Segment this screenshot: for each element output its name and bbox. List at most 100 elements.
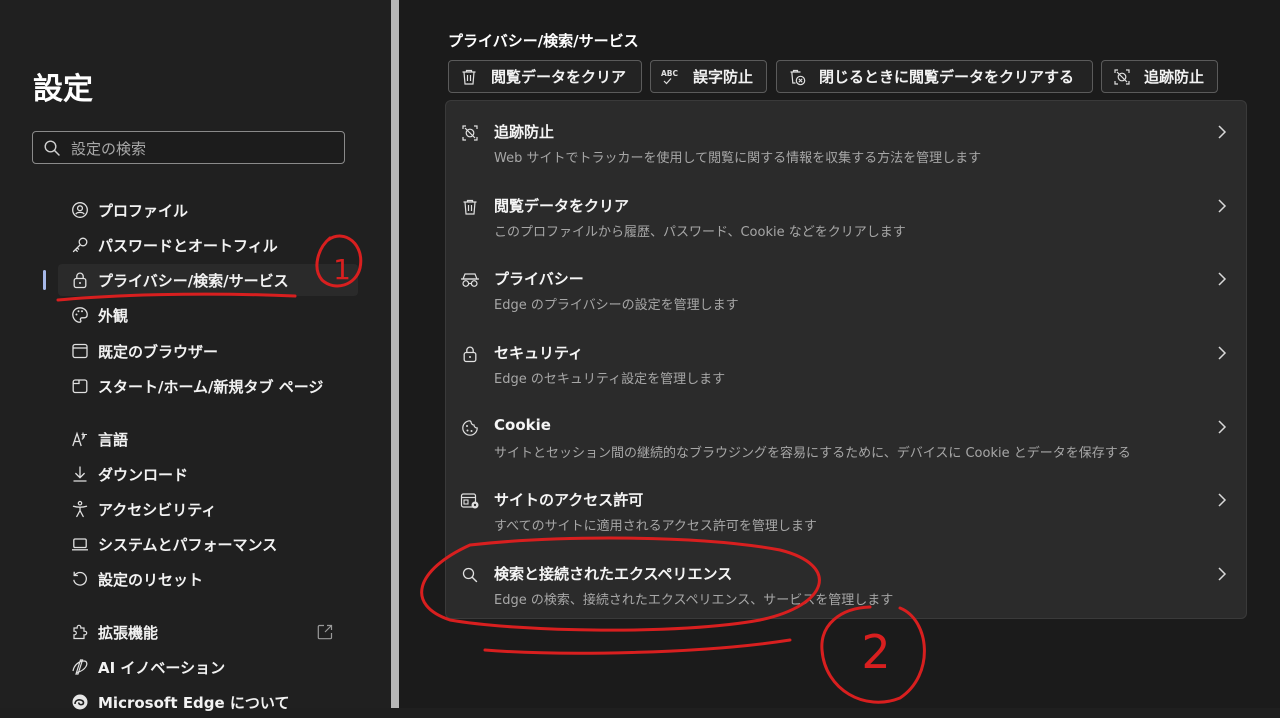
- quick-button-label: 誤字防止: [693, 68, 754, 86]
- row-title: 追跡防止: [494, 123, 555, 141]
- sidebar-item-label: 外観: [98, 306, 129, 325]
- row-title: プライバシー: [494, 270, 584, 288]
- settings-title: 設定: [33, 72, 93, 107]
- sidebar-item-label: 既定のブラウザー: [98, 342, 219, 361]
- search-icon: [460, 565, 480, 585]
- trash-icon: [460, 197, 480, 217]
- row-title: 閲覧データをクリア: [494, 197, 630, 215]
- active-indicator: [43, 270, 46, 290]
- quick-button-label: 閉じるときに閲覧データをクリアする: [819, 68, 1075, 86]
- row-tracking-prevention[interactable]: 追跡防止 Web サイトでトラッカーを使用して閲覧に関する情報を収集する方法を管…: [446, 101, 1246, 174]
- quick-button-label: 閲覧データをクリア: [491, 68, 627, 86]
- sidebar-item-system[interactable]: システムとパフォーマンス: [58, 528, 358, 560]
- chevron-right-icon: [1214, 417, 1230, 437]
- chevron-right-icon: [1214, 122, 1230, 142]
- row-description: Edge のセキュリティ設定を管理します: [494, 372, 726, 387]
- settings-search-box[interactable]: [32, 131, 345, 165]
- sidebar-item-start-home[interactable]: スタート/ホーム/新規タブ ページ: [58, 370, 358, 402]
- row-title: Cookie: [494, 416, 551, 434]
- row-security[interactable]: セキュリティ Edge のセキュリティ設定を管理します: [446, 322, 1246, 395]
- row-title: サイトのアクセス許可: [494, 491, 644, 509]
- sidebar-item-privacy[interactable]: プライバシー/検索/サービス: [58, 264, 358, 296]
- trash-clock-icon: [787, 67, 807, 87]
- chevron-right-icon: [1214, 490, 1230, 510]
- quick-button-label: 追跡防止: [1144, 68, 1205, 86]
- accessibility-icon: [70, 499, 90, 519]
- tracking-icon: [1112, 67, 1132, 87]
- svg-text:ABC: ABC: [661, 69, 679, 78]
- row-title: 検索と接続されたエクスペリエンス: [494, 565, 733, 583]
- laptop-icon: [70, 534, 90, 554]
- settings-search-input[interactable]: [69, 132, 343, 165]
- sidebar-item-label: システムとパフォーマンス: [98, 535, 278, 554]
- typo-protection-button[interactable]: ABC 誤字防止: [650, 60, 767, 93]
- palette-icon: [70, 305, 90, 325]
- sidebar-item-label: 言語: [98, 430, 129, 449]
- row-description: Edge のプライバシーの設定を管理します: [494, 298, 739, 313]
- tracking-icon: [460, 123, 480, 143]
- row-description: すべてのサイトに適用されるアクセス許可を管理します: [494, 519, 817, 534]
- sidebar-item-label: AI イノベーション: [98, 658, 226, 677]
- sidebar-item-passwords[interactable]: パスワードとオートフィル: [58, 229, 358, 261]
- sidebar-item-downloads[interactable]: ダウンロード: [58, 458, 358, 490]
- incognito-icon: [460, 270, 480, 290]
- browser-icon: [70, 341, 90, 361]
- lock-icon: [460, 344, 480, 364]
- sidebar-item-label: ダウンロード: [98, 465, 189, 484]
- ai-icon: [70, 657, 90, 677]
- sidebar-item-default-browser[interactable]: 既定のブラウザー: [58, 335, 358, 367]
- row-description: このプロファイルから履歴、パスワード、Cookie などをクリアします: [494, 225, 906, 240]
- row-description: Web サイトでトラッカーを使用して閲覧に関する情報を収集する方法を管理します: [494, 151, 982, 166]
- clear-on-close-button[interactable]: 閉じるときに閲覧データをクリアする: [776, 60, 1093, 93]
- search-icon: [43, 139, 61, 157]
- cookie-icon: [460, 418, 480, 438]
- language-icon: [70, 429, 90, 449]
- chevron-right-icon: [1214, 196, 1230, 216]
- open-external-icon[interactable]: [316, 623, 334, 641]
- profile-icon: [70, 200, 90, 220]
- row-privacy[interactable]: プライバシー Edge のプライバシーの設定を管理します: [446, 248, 1246, 321]
- reset-icon: [70, 569, 90, 589]
- sidebar-item-accessibility[interactable]: アクセシビリティ: [58, 493, 358, 525]
- sidebar-item-appearance[interactable]: 外観: [58, 299, 358, 331]
- chevron-right-icon: [1214, 564, 1230, 584]
- sidebar-item-label: Microsoft Edge について: [98, 693, 290, 712]
- sidebar-item-reset[interactable]: 設定のリセット: [58, 563, 358, 595]
- puzzle-icon: [70, 622, 90, 642]
- sidebar-item-extensions[interactable]: 拡張機能: [58, 616, 358, 648]
- page-title: プライバシー/検索/サービス: [448, 32, 639, 50]
- row-title: セキュリティ: [494, 344, 584, 362]
- privacy-settings-card: 追跡防止 Web サイトでトラッカーを使用して閲覧に関する情報を収集する方法を管…: [445, 100, 1247, 619]
- chevron-right-icon: [1214, 343, 1230, 363]
- sidebar-item-label: プライバシー/検索/サービス: [98, 271, 289, 290]
- sidebar-item-label: 拡張機能: [98, 623, 159, 642]
- home-icon: [70, 376, 90, 396]
- row-description: サイトとセッション間の継続的なブラウジングを容易にするために、デバイスに Coo…: [494, 446, 1131, 461]
- lock-icon: [70, 270, 90, 290]
- key-icon: [70, 235, 90, 255]
- pane-divider[interactable]: [391, 0, 399, 708]
- sidebar-item-ai-innovation[interactable]: AI イノベーション: [58, 651, 358, 683]
- sidebar-item-label: スタート/ホーム/新規タブ ページ: [98, 377, 324, 396]
- sidebar: 設定 プロファイル パスワードとオートフィル プライバシー/検索/サービス 外観: [0, 0, 391, 712]
- sidebar-item-label: パスワードとオートフィル: [98, 236, 278, 255]
- spellcheck-icon: ABC: [661, 67, 681, 87]
- download-icon: [70, 464, 90, 484]
- sidebar-item-label: プロファイル: [98, 201, 189, 220]
- sidebar-item-profile[interactable]: プロファイル: [58, 194, 358, 226]
- site-permissions-icon: [460, 491, 480, 511]
- row-clear-browsing-data[interactable]: 閲覧データをクリア このプロファイルから履歴、パスワード、Cookie などをク…: [446, 175, 1246, 248]
- sidebar-item-languages[interactable]: 言語: [58, 423, 358, 455]
- trash-icon: [459, 67, 479, 87]
- row-search-connected-experiences[interactable]: 検索と接続されたエクスペリエンス Edge の検索、接続されたエクスペリエンス、…: [446, 543, 1246, 616]
- chevron-right-icon: [1214, 269, 1230, 289]
- sidebar-item-about-edge[interactable]: Microsoft Edge について: [58, 686, 358, 718]
- clear-browsing-data-button[interactable]: 閲覧データをクリア: [448, 60, 642, 93]
- tracking-prevention-button[interactable]: 追跡防止: [1101, 60, 1218, 93]
- row-description: Edge の検索、接続されたエクスペリエンス、サービスを管理します: [494, 593, 894, 608]
- row-cookie[interactable]: Cookie サイトとセッション間の継続的なブラウジングを容易にするために、デバ…: [446, 396, 1246, 469]
- sidebar-item-label: アクセシビリティ: [98, 500, 217, 519]
- edge-icon: [70, 692, 90, 712]
- row-site-permissions[interactable]: サイトのアクセス許可 すべてのサイトに適用されるアクセス許可を管理します: [446, 469, 1246, 542]
- sidebar-item-label: 設定のリセット: [98, 570, 204, 589]
